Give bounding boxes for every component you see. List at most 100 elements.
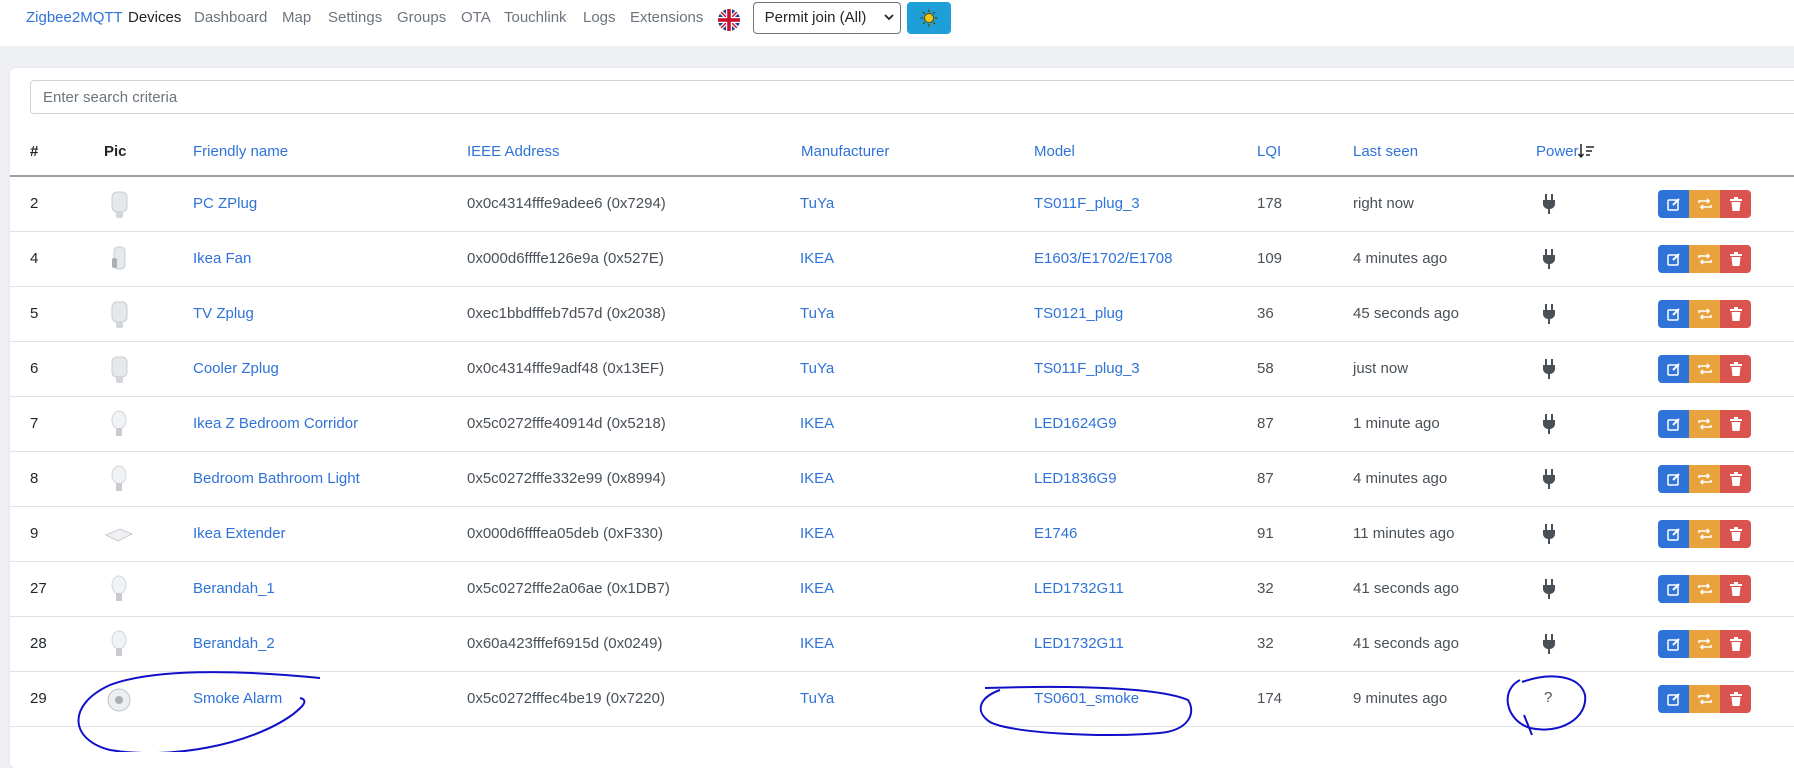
power-plug-icon (1540, 303, 1558, 325)
nav-ota[interactable]: OTA (461, 9, 491, 26)
device-model-link[interactable]: TS0121_plug (1034, 305, 1123, 322)
uk-flag-icon[interactable] (718, 9, 740, 31)
device-model-link[interactable]: LED1732G11 (1034, 635, 1124, 652)
remove-device-button[interactable] (1720, 685, 1751, 713)
remove-device-button[interactable] (1720, 575, 1751, 603)
device-actions (1658, 190, 1751, 218)
device-model-link[interactable]: TS011F_plug_3 (1034, 360, 1140, 377)
rename-device-button[interactable] (1689, 630, 1720, 658)
rename-device-button[interactable] (1689, 245, 1720, 273)
device-lqi: 87 (1257, 415, 1274, 432)
device-friendly-name-link[interactable]: TV Zplug (193, 305, 254, 322)
device-manufacturer-link[interactable]: TuYa (800, 195, 834, 212)
nav-extensions[interactable]: Extensions (630, 9, 703, 26)
header-last-seen[interactable]: Last seen (1353, 143, 1418, 160)
device-model-link[interactable]: TS011F_plug_3 (1034, 195, 1140, 212)
header-index[interactable]: # (30, 143, 38, 160)
remove-device-button[interactable] (1720, 190, 1751, 218)
rename-device-button[interactable] (1689, 520, 1720, 548)
header-model[interactable]: Model (1034, 143, 1075, 160)
device-model-link[interactable]: E1603/E1702/E1708 (1034, 250, 1172, 267)
header-manufacturer[interactable]: Manufacturer (801, 143, 889, 160)
device-friendly-name-link[interactable]: PC ZPlug (193, 195, 257, 212)
device-index: 9 (30, 525, 39, 542)
device-picture (104, 684, 134, 716)
rename-device-button[interactable] (1689, 575, 1720, 603)
device-friendly-name-link[interactable]: Berandah_2 (193, 635, 275, 652)
remove-device-button[interactable] (1720, 300, 1751, 328)
device-manufacturer-link[interactable]: TuYa (800, 360, 834, 377)
power-plug-icon (1540, 193, 1558, 215)
rename-device-button[interactable] (1689, 465, 1720, 493)
device-manufacturer-link[interactable]: IKEA (800, 525, 834, 542)
nav-map[interactable]: Map (282, 9, 311, 26)
device-friendly-name-link[interactable]: Ikea Fan (193, 250, 251, 267)
device-friendly-name-link[interactable]: Cooler Zplug (193, 360, 279, 377)
device-model-link[interactable]: LED1836G9 (1034, 470, 1117, 487)
rename-device-button[interactable] (1689, 410, 1720, 438)
edit-device-button[interactable] (1658, 630, 1689, 658)
device-picture (104, 409, 134, 441)
table-row: 27 Berandah_1 0x5c0272fffe2a06ae (0x1DB7) I… (10, 562, 1794, 617)
edit-device-button[interactable] (1658, 300, 1689, 328)
device-manufacturer-link[interactable]: IKEA (800, 415, 834, 432)
device-actions (1658, 245, 1751, 273)
remove-device-button[interactable] (1720, 630, 1751, 658)
header-friendly-name[interactable]: Friendly name (193, 143, 288, 160)
device-picture (104, 519, 134, 551)
permit-join-button[interactable]: Permit join (All) (753, 2, 878, 34)
edit-device-button[interactable] (1658, 520, 1689, 548)
device-manufacturer-link[interactable]: TuYa (800, 305, 834, 322)
nav-logs[interactable]: Logs (583, 9, 616, 26)
header-ieee-address[interactable]: IEEE Address (467, 143, 560, 160)
edit-device-button[interactable] (1658, 685, 1689, 713)
nav-touchlink[interactable]: Touchlink (504, 9, 567, 26)
device-picture (104, 244, 134, 276)
edit-device-button[interactable] (1658, 355, 1689, 383)
device-friendly-name-link[interactable]: Ikea Extender (193, 525, 286, 542)
device-model-link[interactable]: E1746 (1034, 525, 1077, 542)
rename-device-button[interactable] (1689, 355, 1720, 383)
nav-dashboard[interactable]: Dashboard (194, 9, 267, 26)
nav-groups[interactable]: Groups (397, 9, 446, 26)
device-index: 4 (30, 250, 39, 267)
device-manufacturer-link[interactable]: IKEA (800, 470, 834, 487)
device-index: 2 (30, 195, 39, 212)
device-friendly-name-link[interactable]: Smoke Alarm (193, 690, 282, 707)
rename-device-button[interactable] (1689, 190, 1720, 218)
device-manufacturer-link[interactable]: IKEA (800, 580, 834, 597)
edit-device-button[interactable] (1658, 410, 1689, 438)
device-model-link[interactable]: LED1624G9 (1034, 415, 1117, 432)
rename-device-button[interactable] (1689, 685, 1720, 713)
rename-device-button[interactable] (1689, 300, 1720, 328)
device-friendly-name-link[interactable]: Ikea Z Bedroom Corridor (193, 415, 358, 432)
device-friendly-name-link[interactable]: Berandah_1 (193, 580, 275, 597)
remove-device-button[interactable] (1720, 355, 1751, 383)
edit-device-button[interactable] (1658, 465, 1689, 493)
permit-join-dropdown-toggle[interactable] (877, 2, 901, 34)
edit-device-button[interactable] (1658, 575, 1689, 603)
device-lqi: 58 (1257, 360, 1274, 377)
device-manufacturer-link[interactable]: IKEA (800, 635, 834, 652)
edit-device-button[interactable] (1658, 245, 1689, 273)
remove-device-button[interactable] (1720, 465, 1751, 493)
header-lqi[interactable]: LQI (1257, 143, 1281, 160)
device-manufacturer-link[interactable]: TuYa (800, 690, 834, 707)
device-model-link[interactable]: LED1732G11 (1034, 580, 1124, 597)
sun-icon (920, 9, 938, 27)
theme-toggle-button[interactable] (907, 2, 951, 34)
device-actions (1658, 355, 1751, 383)
search-input[interactable] (30, 80, 1794, 114)
edit-device-button[interactable] (1658, 190, 1689, 218)
remove-device-button[interactable] (1720, 520, 1751, 548)
device-friendly-name-link[interactable]: Bedroom Bathroom Light (193, 470, 360, 487)
remove-device-button[interactable] (1720, 245, 1751, 273)
brand-link[interactable]: Zigbee2MQTT (26, 9, 123, 26)
nav-settings[interactable]: Settings (328, 9, 382, 26)
table-row: 4 Ikea Fan 0x000d6ffffe126e9a (0x527E) IKEA… (10, 232, 1794, 287)
device-model-link[interactable]: TS0601_smoke (1034, 690, 1139, 707)
device-manufacturer-link[interactable]: IKEA (800, 250, 834, 267)
header-power[interactable]: Power (1536, 143, 1579, 160)
remove-device-button[interactable] (1720, 410, 1751, 438)
nav-devices[interactable]: Devices (128, 9, 181, 26)
